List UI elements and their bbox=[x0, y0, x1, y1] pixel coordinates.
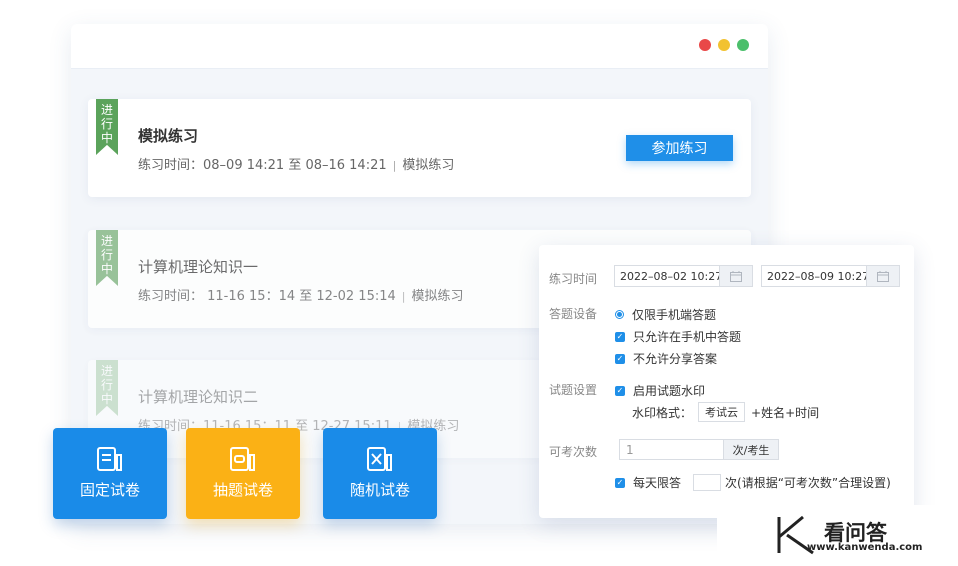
daily-limit-label: 每天限答 bbox=[633, 476, 682, 490]
daily-limit-hint: 次(请根据“可考次数”合理设置) bbox=[725, 476, 891, 490]
minimize-window-dot[interactable] bbox=[718, 39, 730, 51]
radio-icon[interactable] bbox=[615, 310, 624, 319]
brand-url: www.kanwenda.com bbox=[807, 542, 923, 553]
checkbox-icon[interactable]: ✓ bbox=[615, 331, 625, 342]
option-label: 启用试题水印 bbox=[633, 384, 706, 398]
attempts-unit: 次/考生 bbox=[724, 439, 779, 460]
end-date-value: 2022–08–09 10:27 bbox=[767, 269, 870, 283]
ribbon-char: 中 bbox=[100, 262, 113, 276]
close-window-dot[interactable] bbox=[699, 39, 711, 51]
calendar-icon[interactable] bbox=[866, 266, 899, 286]
device-label: 答题设备 bbox=[549, 307, 598, 321]
attempts-label: 可考次数 bbox=[549, 445, 598, 459]
watermark-suffix: +姓名+时间 bbox=[751, 405, 820, 420]
checkbox-icon[interactable]: ✓ bbox=[615, 477, 625, 488]
card-meta: 练习时间： 11-16 15：14 至 12-02 15:14 | 模拟练习 bbox=[138, 285, 464, 304]
ribbon-char: 行 bbox=[100, 117, 113, 131]
option-label: 只允许在手机中答题 bbox=[633, 330, 742, 344]
random-paper-tile[interactable]: 随机试卷 bbox=[323, 428, 437, 519]
ribbon-char: 行 bbox=[100, 378, 113, 392]
join-practice-button[interactable]: 参加练习 bbox=[626, 135, 733, 161]
random-paper-icon bbox=[367, 447, 392, 471]
maximize-window-dot[interactable] bbox=[737, 39, 749, 51]
option-label: 仅限手机端答题 bbox=[632, 308, 717, 322]
watermark-format-row: 水印格式： 考试云 +姓名+时间 bbox=[632, 402, 819, 422]
settings-panel: 练习时间 2022–08–02 10:27 2022–08–09 10:27 答… bbox=[539, 245, 914, 518]
tile-label: 抽题试卷 bbox=[212, 481, 273, 499]
time-label: 练习时间 bbox=[549, 272, 598, 286]
device-option-no-share[interactable]: ✓ 不允许分享答案 bbox=[615, 350, 717, 367]
option-label: 不允许分享答案 bbox=[633, 352, 718, 366]
card-type: 模拟练习 bbox=[411, 289, 464, 304]
checkbox-icon[interactable]: ✓ bbox=[615, 385, 625, 396]
window-titlebar bbox=[71, 24, 768, 68]
device-option-mobile-answer[interactable]: ✓ 只允许在手机中答题 bbox=[615, 328, 741, 345]
paper-icon bbox=[97, 447, 122, 471]
separator: | bbox=[392, 159, 397, 172]
shuffle-paper-icon bbox=[230, 447, 255, 471]
start-date-input[interactable]: 2022–08–02 10:27 bbox=[614, 265, 753, 287]
tile-label: 随机试卷 bbox=[349, 481, 410, 499]
watermark-value-input[interactable]: 考试云 bbox=[698, 402, 746, 422]
watermark-format-label: 水印格式： bbox=[632, 405, 693, 420]
question-settings-label: 试题设置 bbox=[549, 383, 598, 397]
daily-limit-input[interactable] bbox=[693, 474, 722, 491]
ribbon-char: 行 bbox=[100, 248, 113, 262]
device-option-mobile-only[interactable]: 仅限手机端答题 bbox=[615, 306, 716, 323]
start-date-value: 2022–08–02 10:27 bbox=[620, 269, 723, 283]
attempts-input[interactable]: 1 bbox=[619, 439, 724, 460]
draw-paper-tile[interactable]: 抽题试卷 bbox=[186, 428, 300, 519]
card-time: 练习时间： 11-16 15：14 至 12-02 15:14 bbox=[138, 289, 396, 304]
checkbox-icon[interactable]: ✓ bbox=[615, 353, 625, 364]
card-title: 模拟练习 bbox=[138, 127, 199, 145]
status-ribbon: 进 行 中 bbox=[96, 99, 118, 155]
exam-card[interactable]: 进 行 中 模拟练习 练习时间：08–09 14:21 至 08–16 14:2… bbox=[88, 99, 751, 197]
ribbon-char: 进 bbox=[100, 234, 113, 248]
daily-limit-row[interactable]: ✓ 每天限答 次(请根据“可考次数”合理设置) bbox=[615, 474, 891, 491]
fixed-paper-tile[interactable]: 固定试卷 bbox=[53, 428, 167, 519]
calendar-icon[interactable] bbox=[719, 266, 752, 286]
ribbon-char: 中 bbox=[100, 392, 113, 406]
watermark-option[interactable]: ✓ 启用试题水印 bbox=[615, 382, 705, 399]
card-time: 练习时间：08–09 14:21 至 08–16 14:21 bbox=[138, 158, 387, 173]
card-title: 计算机理论知识一 bbox=[138, 258, 259, 276]
brand-watermark: 看问答 www.kanwenda.com bbox=[717, 505, 958, 566]
status-ribbon: 进 行 中 bbox=[96, 360, 118, 416]
status-ribbon: 进 行 中 bbox=[96, 230, 118, 286]
ribbon-char: 进 bbox=[100, 364, 113, 378]
ribbon-char: 中 bbox=[100, 131, 113, 145]
end-date-input[interactable]: 2022–08–09 10:27 bbox=[761, 265, 900, 287]
card-type: 模拟练习 bbox=[402, 158, 455, 173]
tile-label: 固定试卷 bbox=[79, 481, 140, 499]
ribbon-char: 进 bbox=[100, 103, 113, 117]
card-title: 计算机理论知识二 bbox=[138, 388, 259, 406]
card-meta: 练习时间：08–09 14:21 至 08–16 14:21 | 模拟练习 bbox=[138, 154, 454, 173]
separator: | bbox=[401, 290, 406, 303]
